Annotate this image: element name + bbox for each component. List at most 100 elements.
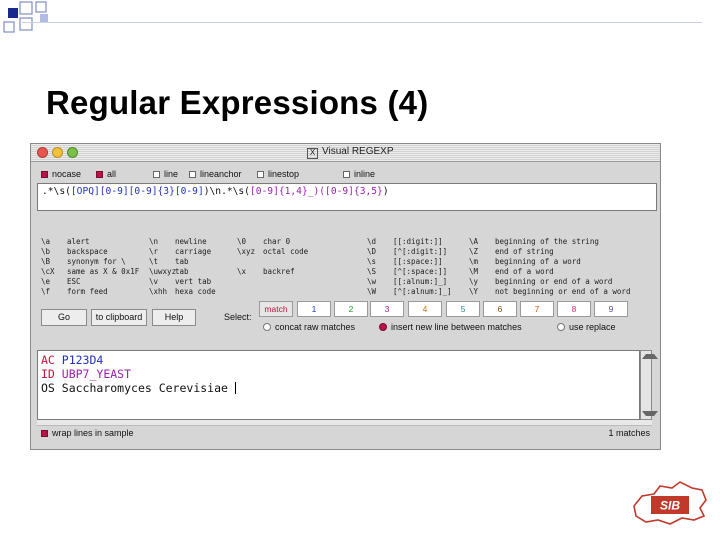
concat-radio[interactable] [263, 323, 271, 331]
cheat-meaning: tab [175, 257, 189, 266]
header-rule [22, 22, 702, 23]
group-7-button[interactable]: 7 [520, 301, 554, 317]
cheat-meaning: alert [67, 237, 90, 246]
cheat-meaning: [^[:alnum:]_] [393, 287, 452, 296]
group-1-button[interactable]: 1 [297, 301, 331, 317]
line-label: line [164, 169, 179, 179]
match-button[interactable]: match [259, 301, 293, 317]
cheat-escape: \y [469, 277, 479, 286]
group-2-button[interactable]: 2 [334, 301, 368, 317]
cheat-row: \x backref [237, 267, 308, 277]
help-button[interactable]: Help [152, 309, 196, 326]
logo-text: SIB [660, 499, 680, 513]
option-inline[interactable]: inline [343, 169, 375, 179]
regex-input[interactable]: .*\s([OPQ][0-9][0-9]{3}[0-9])\n.*\s([0-9… [37, 183, 657, 211]
use-replace-option[interactable]: use replace [557, 322, 616, 332]
cheat-meaning: hexa code [175, 287, 216, 296]
cheat-meaning: newline [175, 237, 207, 246]
all-checkbox[interactable] [96, 171, 103, 178]
option-nocase[interactable]: nocase [41, 169, 81, 179]
cheat-row: \v vert tab [149, 277, 216, 287]
sample-line: ID UBP7_YEAST [41, 367, 636, 381]
wrap-lines-label: wrap lines in sample [52, 428, 134, 438]
cheat-row: \A beginning of the string [469, 237, 630, 247]
lineanchor-checkbox[interactable] [189, 171, 196, 178]
sample-scrollbar[interactable] [640, 350, 658, 420]
option-lineanchor[interactable]: lineanchor [189, 169, 242, 179]
cheat-row: \M end of a word [469, 267, 630, 277]
go-button[interactable]: Go [41, 309, 87, 326]
linestop-checkbox[interactable] [257, 171, 264, 178]
to-clipboard-button[interactable]: to clipboard [91, 309, 147, 326]
group-8-button[interactable]: 8 [557, 301, 591, 317]
cheat-escape: \d [367, 237, 377, 246]
option-linestop[interactable]: linestop [257, 169, 299, 179]
window-titlebar[interactable]: X Visual REGEXP [31, 144, 660, 162]
wrap-lines-option[interactable]: wrap lines in sample [41, 428, 134, 438]
cheat-escape: \n [149, 237, 159, 246]
cheat-escape: \S [367, 267, 377, 276]
cheat-escape: \r [149, 247, 159, 256]
scroll-down-icon[interactable] [642, 411, 658, 416]
cheat-escape: \f [41, 287, 51, 296]
cheat-meaning: end of string [495, 247, 554, 256]
cheat-row: \uwxyztab [149, 267, 216, 277]
cheat-row: \f form feed [41, 287, 139, 297]
regex-group-1: [OPQ][0-9][0-9]{3}[0-9] [70, 186, 204, 197]
close-window-button[interactable] [37, 147, 48, 158]
sample-text-area[interactable]: AC P123D4 ID UBP7_YEAST OS Saccharomyces C… [37, 350, 640, 420]
scroll-up-icon[interactable] [642, 354, 658, 359]
insert-new-line-option[interactable]: insert new line between matches [379, 322, 522, 332]
line-checkbox[interactable] [153, 171, 160, 178]
sample-line: AC P123D4 [41, 353, 636, 367]
cheat-escape: \e [41, 277, 51, 286]
group-5-button[interactable]: 5 [446, 301, 480, 317]
corner-squares-decoration [3, 1, 48, 33]
cheat-row: \Y not beginning or end of a word [469, 287, 630, 297]
text-cursor [234, 382, 236, 394]
cheat-row: \m beginning of a word [469, 257, 630, 267]
cheat-column-4: \d [[:digit:]] \D [^[:digit:]] \s [[:space:]]… [367, 237, 452, 297]
cheat-escape: \w [367, 277, 377, 286]
cheat-row: \r carriage [149, 247, 216, 257]
sample-value: Saccharomyces Cerevisiae [54, 381, 235, 395]
cheat-meaning: carriage [175, 247, 212, 256]
option-all[interactable]: all [96, 169, 116, 179]
insert-newline-radio[interactable] [379, 323, 387, 331]
zoom-window-button[interactable] [67, 147, 78, 158]
group-4-button[interactable]: 4 [408, 301, 442, 317]
regex-part: ) [382, 186, 389, 197]
cheat-meaning: not beginning or end of a word [495, 287, 631, 296]
sample-prefix: ID [41, 367, 55, 381]
cheat-escape: \A [469, 237, 479, 246]
wrap-lines-checkbox[interactable] [41, 430, 48, 437]
sample-value: UBP7_YEAST [54, 367, 132, 381]
cheat-escape: \xhh [149, 287, 168, 296]
regex-part: )\n.*\s( [203, 186, 250, 197]
option-line[interactable]: line [153, 169, 178, 179]
sample-line: OS Saccharomyces Cerevisiae [41, 381, 636, 395]
cheat-row [237, 287, 308, 297]
cheat-row: \D [^[:digit:]] [367, 247, 452, 257]
concat-raw-matches-option[interactable]: concat raw matches [263, 322, 355, 332]
minimize-window-button[interactable] [52, 147, 63, 158]
horizontal-scrollbar[interactable] [37, 420, 652, 426]
insert-newline-label: insert new line between matches [391, 322, 522, 332]
lineanchor-label: lineanchor [200, 169, 242, 179]
linestop-label: linestop [268, 169, 300, 179]
visual-regexp-window: X Visual REGEXP nocase all line lineancho… [30, 143, 661, 450]
cheat-meaning: [^[:digit:]] [393, 247, 448, 256]
group-6-button[interactable]: 6 [483, 301, 517, 317]
group-9-button[interactable]: 9 [594, 301, 628, 317]
use-replace-radio[interactable] [557, 323, 565, 331]
cheat-row: \a alert [41, 237, 139, 247]
slide-title: Regular Expressions (4) [46, 84, 429, 121]
group-3-button[interactable]: 3 [370, 301, 404, 317]
x11-icon: X [307, 148, 318, 159]
nocase-checkbox[interactable] [41, 171, 48, 178]
cheat-row: \xhh hexa code [149, 287, 216, 297]
sample-prefix: OS [41, 381, 55, 395]
inline-checkbox[interactable] [343, 171, 350, 178]
cheat-meaning: char 0 [263, 237, 291, 246]
cheat-row: \Z end of string [469, 247, 630, 257]
